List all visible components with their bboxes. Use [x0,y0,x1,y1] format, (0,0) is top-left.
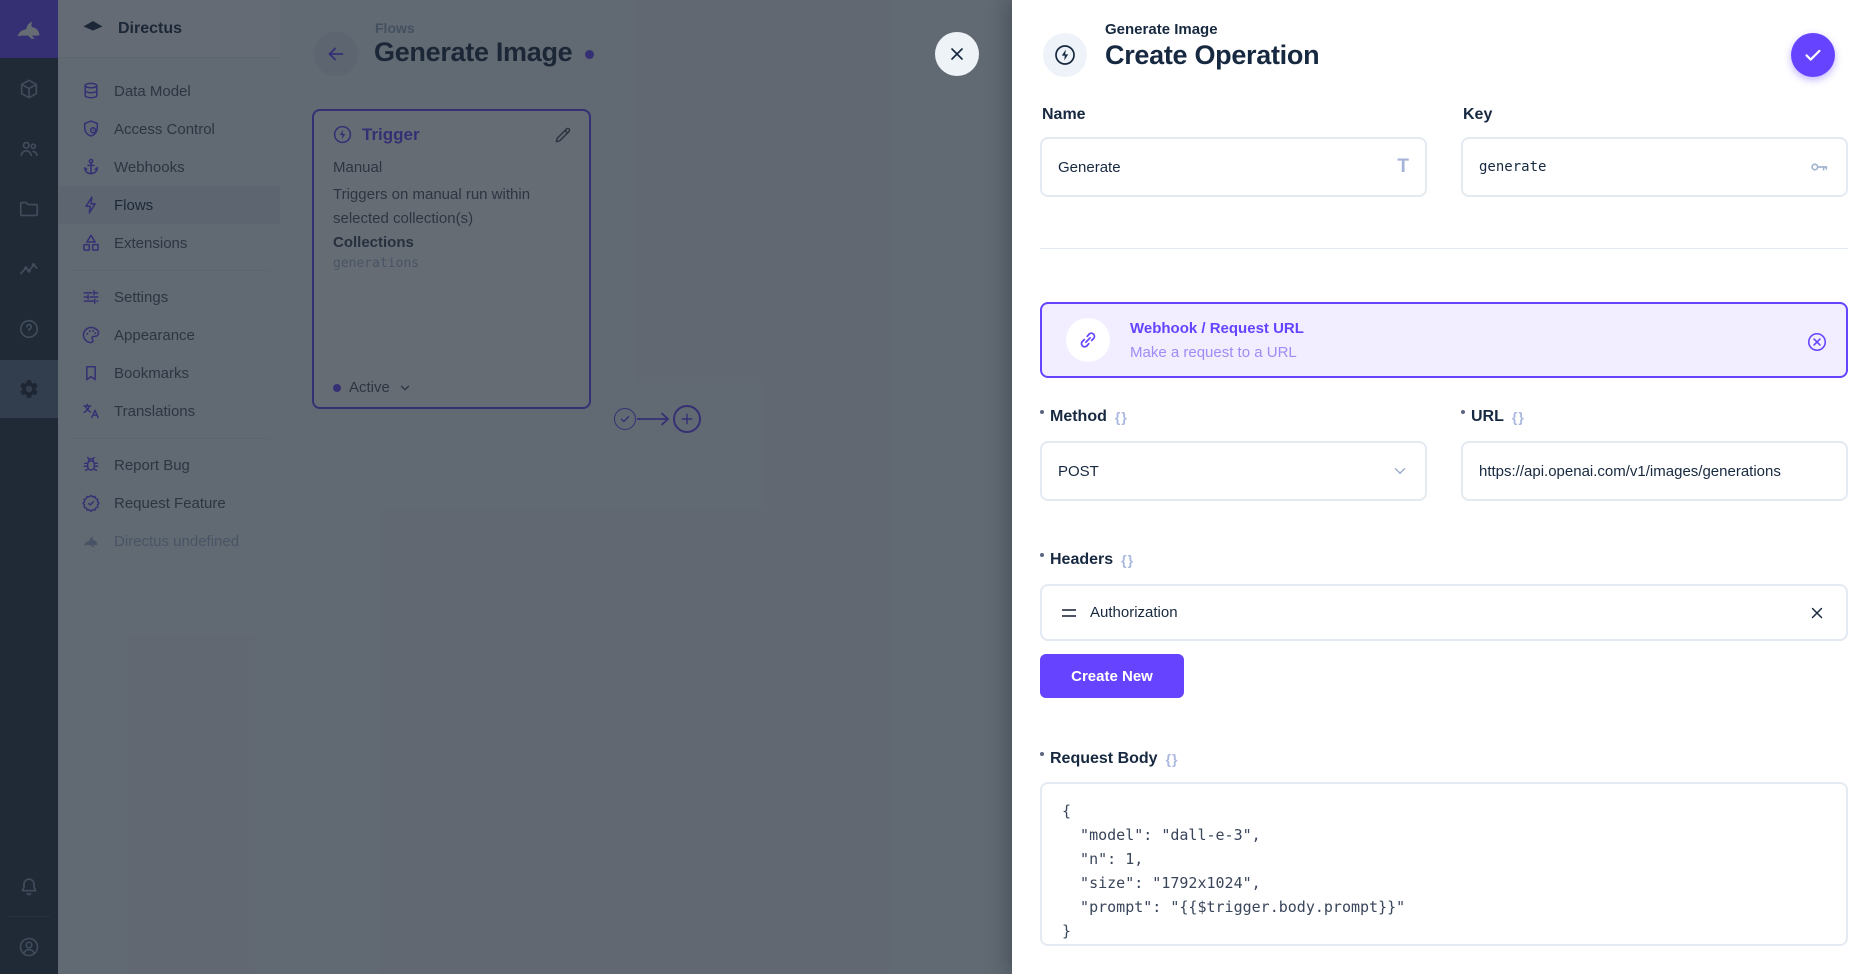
name-input[interactable] [1058,159,1387,176]
headers-field-label: Headers {} [1040,551,1134,569]
banner-subtitle: Make a request to a URL [1130,344,1297,361]
header-row: Authorization [1040,584,1848,641]
deselect-type-icon[interactable] [1806,331,1828,353]
request-body-editor[interactable]: { "model": "dall-e-3", "n": 1, "size": "… [1040,782,1848,946]
title-formatter-icon[interactable]: T [1397,156,1409,178]
banner-title: Webhook / Request URL [1130,320,1304,337]
code-line: "model": "dall-e-3", [1062,823,1826,847]
key-field [1461,137,1848,197]
url-field-label: URL {} [1461,408,1525,426]
key-input[interactable] [1479,159,1798,175]
label-text: Request Body [1050,750,1158,768]
create-new-header-button[interactable]: Create New [1040,654,1184,698]
label-text: Headers [1050,551,1113,569]
url-input[interactable] [1479,463,1830,480]
drag-handle-icon[interactable] [1062,609,1076,617]
close-icon [947,44,967,64]
header-key-value[interactable]: Authorization [1090,604,1794,621]
close-drawer-button[interactable] [935,32,979,76]
directus-app: Directus Data Model Access Control Webho… [0,0,1865,974]
required-dot [1040,553,1044,557]
section-divider [1040,248,1848,249]
method-select[interactable] [1040,441,1427,501]
label-text: Key [1463,106,1492,124]
drawer-overlay[interactable] [0,0,1012,974]
raw-value-toggle-icon[interactable]: {} [1115,409,1128,425]
code-line: "prompt": "{{$trigger.body.prompt}}" [1062,895,1826,919]
raw-value-toggle-icon[interactable]: {} [1121,552,1134,568]
link-icon [1066,318,1110,362]
code-line: { [1062,799,1826,823]
method-value [1058,463,1381,480]
label-text: URL [1471,408,1504,426]
create-operation-drawer: Generate Image Create Operation Name T K… [1012,0,1865,974]
drawer-form: Name T Key Webhook / Request URL Make a … [1040,0,1848,974]
name-field-label: Name [1042,106,1086,124]
raw-value-toggle-icon[interactable]: {} [1512,409,1525,425]
required-dot [1461,410,1465,414]
required-dot [1040,410,1044,414]
code-line: } [1062,919,1826,943]
key-icon [1808,156,1830,178]
code-line: "size": "1792x1024", [1062,871,1826,895]
label-text: Method [1050,408,1107,426]
remove-header-button[interactable] [1808,604,1826,622]
required-dot [1040,752,1044,756]
code-line: "n": 1, [1062,847,1826,871]
name-field: T [1040,137,1427,197]
raw-value-toggle-icon[interactable]: {} [1166,751,1179,767]
key-field-label: Key [1463,106,1492,124]
chevron-down-icon [1391,462,1409,480]
operation-type-banner[interactable]: Webhook / Request URL Make a request to … [1040,302,1848,378]
method-field-label: Method {} [1040,408,1128,426]
url-field [1461,441,1848,501]
label-text: Name [1042,106,1086,124]
request-body-label: Request Body {} [1040,750,1178,768]
